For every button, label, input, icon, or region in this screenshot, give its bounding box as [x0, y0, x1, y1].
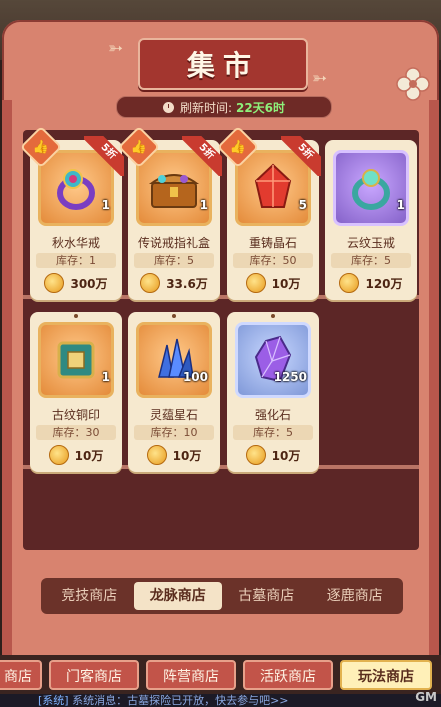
thumbs-up-icon: 👍 — [130, 139, 148, 155]
refresh-timer: 刷新时间: 22天6时 — [116, 96, 332, 118]
coin-icon — [245, 273, 266, 293]
item-card-ring-giftbox[interactable]: 1 传说戒指礼盒 库存：5 33.6万 👍 5折 — [117, 125, 222, 300]
tab-arena-shop[interactable]: 竞技商店 — [45, 582, 134, 610]
store-button-partial[interactable]: 商店 — [0, 660, 42, 690]
coin-icon — [140, 273, 161, 293]
card-pin — [172, 314, 176, 318]
discount-label: 5折 — [281, 136, 321, 176]
tab-zhulu-shop[interactable]: 逐鹿商店 — [311, 582, 400, 610]
item-stock: 库存：1 — [36, 253, 116, 268]
coin-icon — [245, 445, 266, 465]
shop-tab-bar: 竞技商店 龙脉商店 古墓商店 逐鹿商店 — [41, 578, 403, 614]
item-icon-box — [38, 322, 114, 398]
item-price: 10万 — [172, 448, 202, 463]
refresh-value: 22天6时 — [235, 100, 286, 115]
coin-icon — [339, 273, 360, 293]
item-card-spirit-star-stone[interactable]: 100 灵蕴星石 库存：10 10万 — [128, 312, 220, 472]
item-quantity: 1 — [199, 198, 208, 212]
title-flourish-right: ➳ — [312, 68, 328, 89]
system-tag: [系统] — [38, 694, 69, 707]
thumbs-up-icon: 👍 — [32, 139, 50, 155]
item-icon-box — [333, 150, 409, 226]
card-pin — [74, 314, 78, 318]
item-icon-box — [136, 322, 212, 398]
item-price: 300万 — [70, 276, 108, 291]
item-card-recast-crystal[interactable]: 5 重铸晶石 库存：50 10万 👍 5折 — [216, 125, 321, 300]
discount-ribbon: 5折 — [281, 136, 321, 176]
right-pillar — [429, 100, 439, 660]
item-name: 云纹玉戒 — [346, 236, 395, 250]
item-card-qiushui-ring[interactable]: 1 秋水华戒 库存：1 300万 👍 5折 — [19, 125, 124, 300]
card-pin — [271, 314, 275, 318]
item-name: 传说戒指礼盒 — [137, 236, 210, 250]
left-pillar — [2, 100, 12, 660]
item-card-enhance-stone[interactable]: 1250 强化石 库存：5 10万 — [227, 312, 319, 472]
thumbs-up-icon: 👍 — [229, 139, 247, 155]
coin-icon — [146, 445, 167, 465]
item-icon-box — [235, 322, 311, 398]
item-quantity: 100 — [182, 370, 208, 384]
discount-label: 5折 — [182, 136, 222, 176]
item-quantity: 1 — [101, 198, 110, 212]
item-card-cloud-jade-ring[interactable]: 1 云纹玉戒 库存：5 120万 — [325, 140, 417, 300]
item-stock: 库存：10 — [134, 425, 214, 440]
coin-icon — [48, 445, 69, 465]
item-stock: 库存：5 — [331, 253, 411, 268]
item-stock: 库存：5 — [233, 425, 313, 440]
store-button-retainer[interactable]: 门客商店 — [49, 660, 139, 690]
store-button-activity[interactable]: 活跃商店 — [243, 660, 333, 690]
item-quantity: 5 — [298, 198, 307, 212]
title-flourish-left: ➳ — [108, 38, 124, 59]
item-price: 10万 — [271, 276, 301, 291]
system-message-ticker[interactable]: [系统] 系统消息：古墓探险已开放，快去参与吧>> — [0, 694, 441, 707]
discount-ribbon: 5折 — [84, 136, 124, 176]
item-price: 10万 — [74, 448, 104, 463]
store-button-gameplay[interactable]: 玩法商店 — [340, 660, 432, 690]
item-name: 重铸晶石 — [248, 236, 297, 250]
tab-ancient-tomb-shop[interactable]: 古墓商店 — [222, 582, 311, 610]
item-stock: 库存：30 — [36, 425, 116, 440]
item-name: 古纹铜印 — [51, 408, 100, 422]
store-button-faction[interactable]: 阵营商店 — [146, 660, 236, 690]
item-name: 强化石 — [254, 408, 291, 422]
clock-icon — [162, 101, 174, 113]
jade-ring-icon — [352, 169, 390, 210]
item-card-ancient-seal[interactable]: 1 古纹铜印 库存：30 10万 — [30, 312, 122, 472]
item-quantity: 1250 — [273, 370, 307, 384]
close-flower-icon[interactable] — [395, 66, 431, 102]
tab-dragon-vein-shop[interactable]: 龙脉商店 — [133, 582, 222, 610]
item-quantity: 1 — [396, 198, 405, 212]
gm-button[interactable]: GM — [415, 690, 437, 704]
discount-label: 5折 — [84, 136, 124, 176]
coin-icon — [44, 273, 65, 293]
item-name: 灵蕴星石 — [149, 408, 198, 422]
item-price: 120万 — [365, 276, 403, 291]
item-price: 10万 — [271, 448, 301, 463]
system-message-text: 系统消息：古墓探险已开放，快去参与吧>> — [72, 694, 289, 707]
item-name: 秋水华戒 — [51, 236, 100, 250]
page-title: 集市 — [186, 49, 259, 82]
bronze-seal-icon — [57, 341, 95, 379]
title-banner: 集市 — [138, 38, 308, 90]
item-stock: 库存：50 — [233, 253, 313, 268]
discount-ribbon: 5折 — [182, 136, 222, 176]
item-quantity: 1 — [101, 370, 110, 384]
item-stock: 库存：5 — [134, 253, 214, 268]
item-price: 33.6万 — [166, 276, 208, 291]
refresh-label: 刷新时间: — [179, 100, 232, 115]
